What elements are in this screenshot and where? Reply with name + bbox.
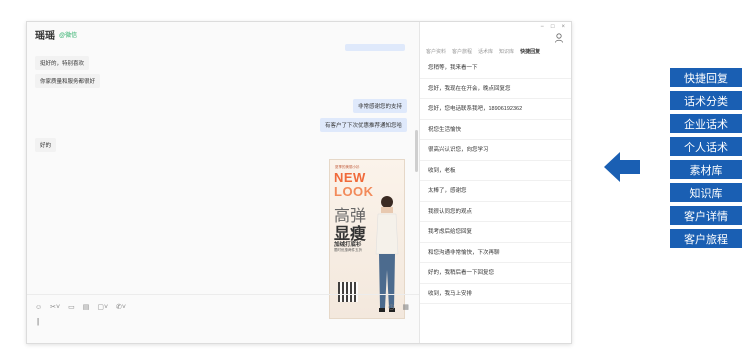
window-controls: − □ × (540, 24, 565, 30)
quick-reply-item[interactable]: 和您沟通非常愉快，下次再聊 (420, 243, 571, 263)
message-list[interactable]: 挺好的，特别喜欢 你家质量和服务都很好 非常感谢您的支持 有客户了下次优惠推荐通… (27, 44, 415, 319)
quick-reply-item[interactable]: 祝您生活愉快 (420, 120, 571, 140)
tab-customer-info[interactable]: 客户资料 (426, 48, 446, 55)
close-icon[interactable]: × (561, 24, 565, 30)
panel-tabs: 客户资料 客户旅程 话术库 知识库 快捷回复 (426, 48, 540, 55)
feature-knowledge-base: 知识库 (670, 183, 742, 202)
maximize-icon[interactable]: □ (551, 24, 555, 30)
input-right-tools: ◷ ▦ (388, 303, 409, 311)
quick-reply-item[interactable]: 很高兴认识您，向您学习 (420, 140, 571, 161)
quick-reply-item[interactable]: 您好，您电话联系我吧，18906192362 (420, 99, 571, 120)
quick-reply-item[interactable]: 太棒了，感谢您 (420, 181, 571, 202)
clock-icon[interactable]: ◷ (388, 303, 394, 311)
feature-script-category: 话术分类 (670, 91, 742, 110)
poster-subtitle: 加绒打底衫 (334, 242, 362, 248)
chat-scrollbar[interactable] (415, 130, 418, 172)
poster-promo: 限时优惠两件五折 (334, 248, 362, 252)
tab-quick-reply[interactable]: 快捷回复 (520, 48, 540, 55)
message-bubble-partial (345, 44, 405, 51)
quick-reply-panel: − □ × 客户资料 客户旅程 话术库 知识库 快捷回复 您稍等，我来看一下 您… (419, 22, 571, 343)
feature-personal-script: 个人话术 (670, 137, 742, 156)
message-input-area[interactable]: ☺ ✂˅ ▭ ▤ ▢˅ ✆˅ | ◷ ▦ (27, 294, 419, 343)
quick-reply-item[interactable]: 收到，老板 (420, 161, 571, 181)
grid-icon[interactable]: ▦ (402, 303, 409, 311)
quick-reply-item[interactable]: 收到，我马上安排 (420, 284, 571, 304)
feature-customer-journey: 客户旅程 (670, 229, 742, 248)
quick-reply-item[interactable]: 我很认同您的观点 (420, 202, 571, 222)
folder-icon[interactable]: ▢˅ (97, 303, 108, 311)
quick-reply-item[interactable]: 您稍等，我来看一下 (420, 58, 571, 79)
feature-quick-reply: 快捷回复 (670, 68, 742, 87)
chat-header: 瑶瑶 @微信 (27, 22, 419, 46)
chat-window: 瑶瑶 @微信 挺好的，特别喜欢 你家质量和服务都很好 非常感谢您的支持 有客户了… (26, 21, 572, 344)
feature-material-library: 素材库 (670, 160, 742, 179)
message-bubble[interactable]: 好的 (35, 138, 57, 152)
scissors-icon[interactable]: ✂˅ (50, 303, 60, 311)
feature-enterprise-script: 企业话术 (670, 114, 742, 133)
contact-source-tag: @微信 (59, 32, 78, 39)
quick-reply-item[interactable]: 好的，我稍后看一下回复您 (420, 263, 571, 284)
minimize-icon[interactable]: − (540, 24, 544, 30)
tab-script-library[interactable]: 话术库 (478, 48, 493, 55)
user-icon[interactable] (555, 33, 563, 43)
poster-new: NEW (334, 170, 366, 185)
phone-icon[interactable]: ✆˅ (116, 303, 126, 311)
quick-reply-list: 您稍等，我来看一下 您好，我现在在开会，晚点回复您 您好，您电话联系我吧，189… (420, 58, 571, 304)
tab-customer-journey[interactable]: 客户旅程 (452, 48, 472, 55)
message-bubble[interactable]: 挺好的，特别喜欢 (35, 56, 90, 70)
feature-list: 快捷回复 话术分类 企业话术 个人话术 素材库 知识库 客户详情 客户旅程 (670, 68, 742, 252)
file-icon[interactable]: ▤ (83, 303, 90, 311)
contact-name[interactable]: 瑶瑶 (35, 27, 55, 42)
message-bubble[interactable]: 你家质量和服务都很好 (35, 74, 101, 88)
poster-look: LOOK (334, 184, 374, 199)
feature-customer-details: 客户详情 (670, 206, 742, 225)
tab-knowledge-base[interactable]: 知识库 (499, 48, 514, 55)
quick-reply-item[interactable]: 您好，我现在在开会，晚点回复您 (420, 79, 571, 99)
input-toolbar: ☺ ✂˅ ▭ ▤ ▢˅ ✆˅ (35, 303, 126, 312)
text-cursor[interactable]: | (37, 317, 39, 326)
arrow-left-icon (604, 152, 640, 182)
smiley-icon[interactable]: ☺ (35, 304, 42, 311)
message-bubble[interactable]: 非常感谢您的支持 (352, 99, 407, 113)
quick-reply-item[interactable]: 我考虑后给您回复 (420, 222, 571, 243)
image-icon[interactable]: ▭ (68, 303, 75, 311)
message-bubble[interactable]: 有客户了下次优惠推荐通知您哈 (319, 118, 407, 132)
